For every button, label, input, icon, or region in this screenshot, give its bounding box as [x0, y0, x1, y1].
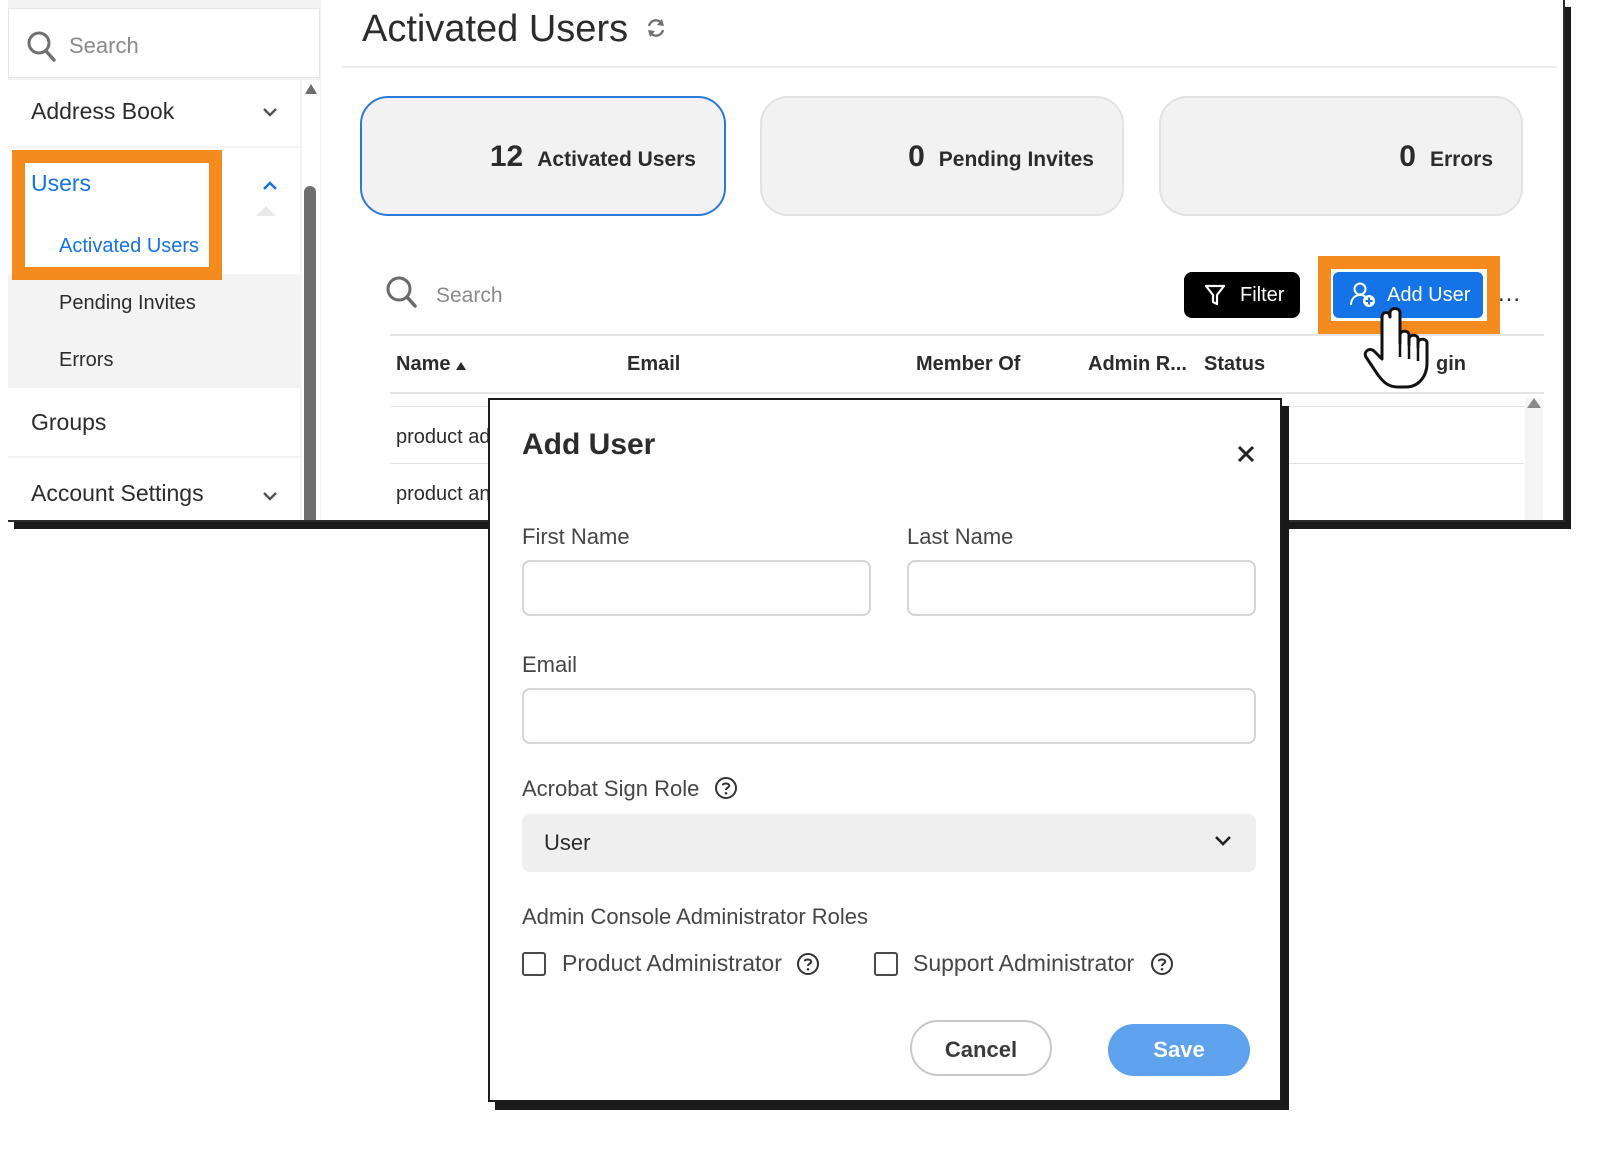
acrobat-sign-role-select[interactable]: User — [522, 814, 1256, 872]
column-header-status[interactable]: Status — [1204, 353, 1265, 376]
column-header-last-login[interactable]: gin — [1436, 353, 1466, 376]
cancel-button-label: Cancel — [944, 1037, 1018, 1062]
first-name-field[interactable] — [522, 560, 871, 616]
stat-card-errors[interactable]: 0 Errors — [1159, 96, 1523, 216]
save-button[interactable]: Save — [1108, 1024, 1250, 1076]
sidebar-scroll-thumb[interactable] — [304, 186, 316, 520]
scroll-up-arrow-icon[interactable] — [1527, 398, 1541, 408]
dialog-title: Add User — [522, 428, 656, 461]
stat-count: 0 — [1399, 140, 1416, 173]
sidebar-item-label: Pending Invites — [59, 292, 196, 314]
stat-label: Errors — [1429, 148, 1493, 171]
title-divider — [342, 66, 1557, 68]
filter-button[interactable]: Filter — [1184, 272, 1300, 318]
support-administrator-checkbox[interactable] — [874, 952, 898, 976]
sidebar-item-errors[interactable]: Errors — [8, 330, 300, 386]
column-header-member-of[interactable]: Member Of — [916, 353, 1020, 376]
stat-card-pending-invites[interactable]: 0 Pending Invites — [760, 96, 1124, 216]
filter-button-label: Filter — [1240, 284, 1285, 306]
table-search-placeholder: Search — [436, 284, 503, 307]
close-button[interactable] — [1234, 442, 1258, 466]
page-title: Activated Users — [362, 8, 667, 51]
table-row[interactable]: product adr — [396, 426, 497, 449]
support-administrator-label: Support Administrator — [913, 950, 1135, 976]
page-title-text: Activated Users — [362, 8, 629, 50]
save-button-label: Save — [1153, 1037, 1205, 1062]
scroll-up-arrow-icon[interactable] — [305, 84, 317, 94]
sidebar-item-account-settings[interactable]: Account Settings — [8, 458, 300, 520]
help-icon[interactable] — [1150, 952, 1174, 981]
search-icon — [386, 276, 417, 308]
sort-ascending-icon — [456, 362, 467, 370]
filter-icon — [1204, 283, 1226, 313]
active-notch — [256, 206, 276, 216]
acrobat-sign-role-label: Acrobat Sign Role — [522, 776, 700, 801]
stat-label: Pending Invites — [938, 148, 1094, 171]
stat-card-activated-users[interactable]: 12 Activated Users — [360, 96, 726, 216]
selected-role: User — [544, 830, 591, 855]
first-name-label: First Name — [522, 524, 630, 549]
add-user-button-label: Add User — [1387, 284, 1471, 306]
chevron-down-icon — [262, 104, 278, 122]
stat-label: Activated Users — [537, 148, 696, 171]
product-administrator-checkbox[interactable] — [522, 952, 546, 976]
stat-count: 12 — [489, 140, 524, 173]
refresh-icon[interactable] — [645, 17, 667, 39]
product-administrator-label: Product Administrator — [562, 950, 782, 976]
more-options-button[interactable]: ... — [1498, 280, 1521, 308]
sidebar-item-label: Address Book — [31, 98, 175, 124]
table-scrollbar[interactable] — [1525, 398, 1543, 520]
last-name-label: Last Name — [907, 524, 1014, 549]
column-header-name[interactable]: Name — [396, 353, 467, 376]
sidebar-search-placeholder: Search — [69, 33, 139, 58]
chevron-up-icon — [262, 178, 278, 196]
search-icon — [27, 31, 57, 68]
sidebar-item-pending-invites[interactable]: Pending Invites — [8, 274, 300, 330]
sidebar-item-address-book[interactable]: Address Book — [8, 80, 300, 146]
last-name-field[interactable] — [907, 560, 1256, 616]
sidebar-search[interactable]: Search — [8, 8, 320, 78]
hand-cursor-icon — [1362, 305, 1438, 398]
column-header-label: Name — [396, 353, 451, 375]
add-user-dialog: Add User First Name Last Name Email Acro… — [488, 398, 1282, 1102]
chevron-down-icon — [1214, 834, 1232, 852]
cancel-button[interactable]: Cancel — [910, 1020, 1052, 1076]
sidebar-item-label: Groups — [31, 409, 107, 435]
table-search[interactable]: Search — [386, 276, 503, 315]
stat-count: 0 — [908, 140, 925, 173]
chevron-down-icon — [262, 488, 278, 506]
sidebar-item-label: Errors — [59, 349, 114, 371]
help-icon[interactable] — [714, 776, 738, 805]
column-header-admin-roles[interactable]: Admin R... — [1088, 353, 1187, 376]
help-icon[interactable] — [796, 952, 820, 981]
sidebar-item-groups[interactable]: Groups — [8, 388, 300, 456]
sidebar-item-label: Account Settings — [31, 480, 204, 506]
column-header-email[interactable]: Email — [627, 353, 680, 376]
highlight-users-box — [12, 150, 222, 280]
admin-roles-label: Admin Console Administrator Roles — [522, 904, 869, 929]
email-field[interactable] — [522, 688, 1256, 744]
table-row[interactable]: product anc — [396, 483, 501, 506]
close-icon — [1237, 445, 1255, 463]
email-label: Email — [522, 652, 578, 677]
